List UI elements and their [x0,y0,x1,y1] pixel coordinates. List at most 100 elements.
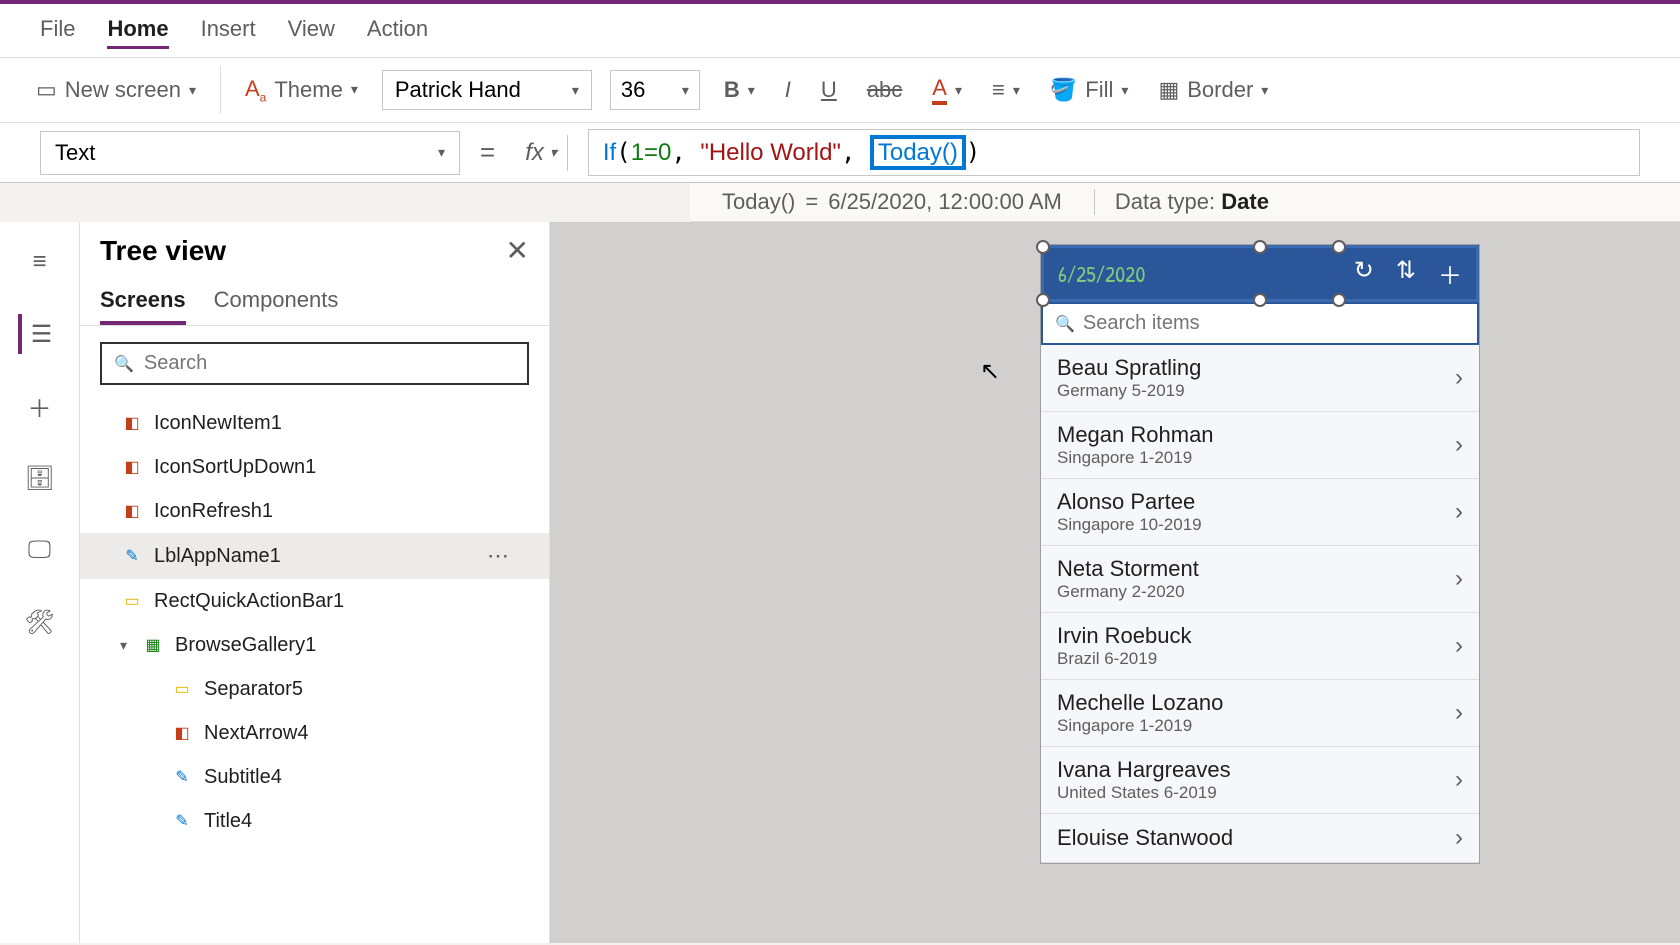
list-item[interactable]: Beau SpratlingGermany 5-2019› [1041,345,1479,412]
chevron-right-icon[interactable]: › [1455,364,1463,392]
fx-button[interactable]: fx▾ [515,135,568,171]
chevron-right-icon[interactable]: › [1455,824,1463,852]
chevron-right-icon[interactable]: › [1455,699,1463,727]
new-screen-button[interactable]: ▭ New screen ▾ [30,73,202,107]
preview-header[interactable]: 6/25/2020 ↻ ⇅ ＋ [1041,245,1479,302]
property-selector[interactable]: Text ▾ [40,131,460,175]
selection-handle[interactable] [1036,293,1050,307]
tree-search-box[interactable]: 🔍 [100,342,529,385]
selection-handle[interactable] [1253,293,1267,307]
control-icon: ◧ [120,411,144,435]
theme-button[interactable]: Aa Theme ▾ [239,72,364,108]
font-color-icon: A [932,75,947,105]
close-tree-button[interactable]: ✕ [506,234,529,267]
tree-item[interactable]: ◧IconNewItem1 [80,401,549,445]
search-icon: 🔍 [1055,314,1075,334]
rect-icon: ▭ [120,589,144,613]
label-icon: ✎ [120,544,144,568]
tree-item-gallery[interactable]: ▾▦BrowseGallery1 [80,623,549,667]
list-item[interactable]: Ivana HargreavesUnited States 6-2019› [1041,747,1479,814]
chevron-down-icon[interactable]: ▾ [120,637,127,654]
tools-icon: 🛠 [24,608,54,637]
main-menu: File Home Insert View Action [0,4,1680,58]
menu-insert[interactable]: Insert [201,12,256,49]
tree-view-title: Tree view [100,235,226,267]
tree-item[interactable]: ◧IconSortUpDown1 [80,445,549,489]
strike-button[interactable]: abc [861,73,908,107]
tree-item-selected[interactable]: ✎LblAppName1⋯ [80,533,549,579]
align-button[interactable]: ≡▾ [986,73,1026,107]
font-size-selector[interactable]: 36 ▾ [610,70,700,110]
menu-file[interactable]: File [40,12,75,49]
tree-item[interactable]: ✎Title4 [80,799,549,843]
tree-item[interactable]: ◧NextArrow4 [80,711,549,755]
font-selector[interactable]: Patrick Hand ▾ [382,70,592,110]
label-icon: ✎ [170,809,194,833]
tree-item[interactable]: ▭RectQuickActionBar1 [80,579,549,623]
list-item[interactable]: Alonso ParteeSingapore 10-2019› [1041,479,1479,546]
list-item[interactable]: Megan RohmanSingapore 1-2019› [1041,412,1479,479]
preview-search-box[interactable]: 🔍 [1041,302,1479,345]
list-item[interactable]: Elouise Stanwood› [1041,814,1479,863]
fill-button[interactable]: 🪣 Fill ▾ [1044,73,1135,107]
underline-icon: U [821,77,837,103]
selection-handle[interactable] [1332,240,1346,254]
italic-button[interactable]: I [779,73,797,107]
fill-icon: 🪣 [1050,77,1077,103]
underline-button[interactable]: U [815,73,843,107]
sort-icon[interactable]: ⇅ [1396,256,1416,291]
border-icon: ▦ [1158,77,1179,103]
tab-screens[interactable]: Screens [100,279,186,325]
border-button[interactable]: ▦ Border ▾ [1152,73,1274,107]
bold-button[interactable]: B▾ [718,73,761,107]
bold-icon: B [724,77,740,103]
rail-tree-button[interactable]: ☰ [18,314,58,354]
rail-insert-button[interactable]: ＋ [20,386,60,426]
rail-hamburger-button[interactable]: ≡ [20,242,60,282]
chevron-right-icon[interactable]: › [1455,632,1463,660]
media-icon: 🖵 [28,536,51,564]
rail-data-button[interactable]: 🗄 [20,458,60,498]
rect-icon: ▭ [170,677,194,701]
chevron-down-icon: ▾ [572,82,579,99]
rail-tools-button[interactable]: 🛠 [20,602,60,642]
menu-action[interactable]: Action [367,12,428,49]
menu-home[interactable]: Home [107,12,168,49]
tab-components[interactable]: Components [214,279,339,325]
chevron-right-icon[interactable]: › [1455,498,1463,526]
formula-input[interactable]: If(1=0, "Hello World", Today()) [588,129,1640,176]
list-item[interactable]: Mechelle LozanoSingapore 1-2019› [1041,680,1479,747]
chevron-down-icon: ▾ [351,81,358,98]
formula-bar: Text ▾ = fx▾ If(1=0, "Hello World", Toda… [0,123,1680,183]
database-icon: 🗄 [24,464,54,493]
hamburger-icon: ≡ [32,248,46,276]
chevron-right-icon[interactable]: › [1455,431,1463,459]
tree-item[interactable]: ▭Separator5 [80,667,549,711]
chevron-right-icon[interactable]: › [1455,565,1463,593]
preview-search-input[interactable] [1083,312,1465,335]
tree-search-input[interactable] [144,352,515,375]
refresh-icon[interactable]: ↻ [1354,256,1374,291]
selection-handle[interactable] [1332,293,1346,307]
tree-item[interactable]: ◧IconRefresh1 [80,489,549,533]
selection-handle[interactable] [1253,240,1267,254]
ribbon-toolbar: ▭ New screen ▾ Aa Theme ▾ Patrick Hand ▾… [0,58,1680,123]
tree-list: ◧IconNewItem1 ◧IconSortUpDown1 ◧IconRefr… [80,401,549,943]
search-icon: 🔍 [114,354,134,374]
list-item[interactable]: Neta StormentGermany 2-2020› [1041,546,1479,613]
plus-icon: ＋ [28,389,52,424]
tree-item[interactable]: ✎Subtitle4 [80,755,549,799]
chevron-right-icon[interactable]: › [1455,766,1463,794]
chevron-down-icon: ▾ [682,82,689,99]
font-color-button[interactable]: A▾ [926,71,968,109]
design-canvas[interactable]: ↖ 6/25/2020 ↻ ⇅ ＋ 🔍 Bea [550,222,1680,943]
formula-result-bar: Today()=6/25/2020, 12:00:00 AM Data type… [690,183,1680,222]
control-icon: ◧ [120,455,144,479]
rail-media-button[interactable]: 🖵 [20,530,60,570]
formula-data-type: Data type: Date [1095,189,1289,215]
more-options-button[interactable]: ⋯ [487,543,509,569]
menu-view[interactable]: View [288,12,335,49]
add-icon[interactable]: ＋ [1438,256,1462,291]
selection-handle[interactable] [1036,240,1050,254]
list-item[interactable]: Irvin RoebuckBrazil 6-2019› [1041,613,1479,680]
